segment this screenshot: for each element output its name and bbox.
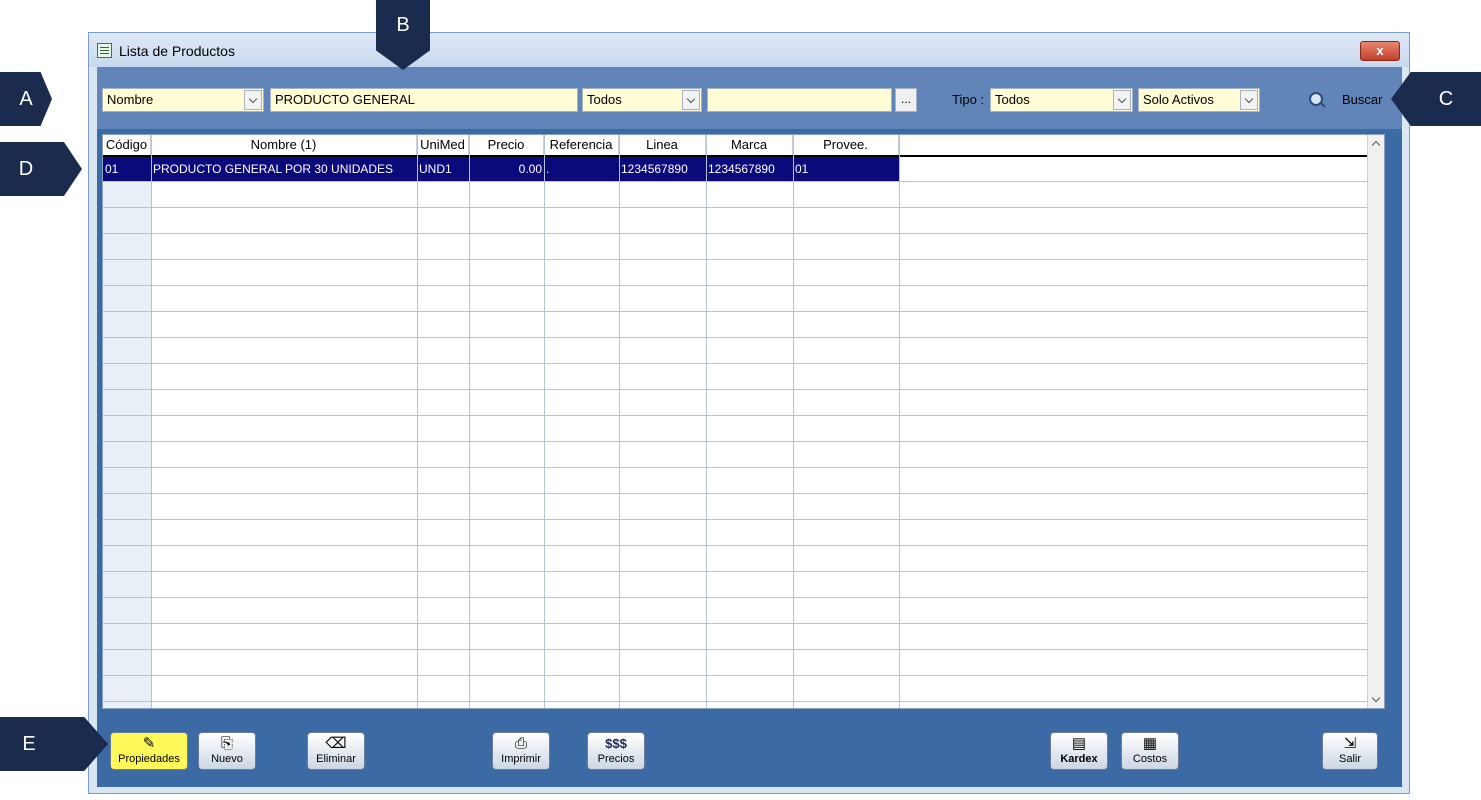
grid-row-line — [103, 181, 1369, 182]
keyboard-icon: ▤ — [1071, 735, 1087, 752]
salir-button[interactable]: ⇲ Salir — [1322, 732, 1378, 770]
grid-row-line — [103, 389, 1369, 390]
cell-nombre: PRODUCTO GENERAL POR 30 UNIDADES — [151, 157, 417, 181]
costos-label: Costos — [1132, 753, 1168, 765]
grid-row-line — [103, 441, 1369, 442]
eliminar-label: Eliminar — [316, 753, 356, 765]
column-header-referencia[interactable]: Referencia — [544, 135, 619, 155]
grid-row-line — [103, 259, 1369, 260]
cell-marca: 1234567890 — [706, 157, 793, 181]
column-header-codigo[interactable]: Código — [103, 135, 151, 155]
grid-row-line — [103, 337, 1369, 338]
precios-button[interactable]: $$$ Precios — [587, 732, 645, 770]
imprimir-button[interactable]: ⎙ Imprimir — [492, 732, 550, 770]
title-bar: Lista de Productos x — [89, 33, 1409, 67]
estado-select[interactable]: Solo Activos — [1138, 88, 1260, 112]
grid-row-line — [103, 649, 1369, 650]
filter-input[interactable] — [707, 88, 892, 112]
callout-a: A — [0, 72, 52, 126]
exit-door-icon: ⇲ — [1343, 735, 1357, 752]
grid-row-line — [103, 311, 1369, 312]
salir-label: Salir — [1338, 753, 1361, 765]
row-header-column — [103, 157, 151, 708]
action-bar: ✎ Propiedades ⎘ Nuevo ⌫ Eliminar ⎙ Impri… — [97, 717, 1402, 787]
vertical-scrollbar[interactable] — [1367, 135, 1384, 708]
costos-button[interactable]: ▦ Costos — [1121, 732, 1179, 770]
filter-select-value: Todos — [587, 92, 622, 107]
grid-row-line — [103, 571, 1369, 572]
product-list-window: Lista de Productos x Nombre PRODUCTO GEN… — [88, 32, 1410, 794]
tipo-select[interactable]: Todos — [990, 88, 1133, 112]
table-header: Código Nombre (1) UniMed Precio Referenc… — [103, 135, 1369, 157]
dollar-icon: $$$ — [605, 736, 627, 751]
chart-icon: ▦ — [1142, 735, 1158, 752]
chevron-down-icon[interactable] — [682, 90, 700, 110]
grid-row-line — [103, 545, 1369, 546]
cell-provee: 01 — [793, 157, 899, 181]
callout-d: D — [0, 142, 82, 196]
chevron-down-icon[interactable] — [1113, 90, 1131, 110]
scroll-down-icon[interactable] — [1368, 692, 1384, 708]
propiedades-button[interactable]: ✎ Propiedades — [110, 732, 188, 770]
new-document-icon: ⎘ — [220, 735, 233, 752]
nuevo-button[interactable]: ⎘ Nuevo — [198, 732, 256, 770]
search-input[interactable]: PRODUCTO GENERAL — [270, 88, 578, 112]
column-header-precio[interactable]: Precio — [469, 135, 544, 155]
grid-row-line — [103, 233, 1369, 234]
field-select[interactable]: Nombre — [102, 88, 264, 112]
kardex-button[interactable]: ▤ Kardex — [1050, 732, 1108, 770]
cell-linea: 1234567890 — [619, 157, 706, 181]
chevron-down-icon[interactable] — [1240, 90, 1258, 110]
search-icon[interactable] — [1309, 92, 1323, 106]
estado-select-value: Solo Activos — [1143, 92, 1214, 107]
cell-codigo: 01 — [103, 157, 151, 181]
grid-row-line — [103, 623, 1369, 624]
column-header-nombre[interactable]: Nombre (1) — [151, 135, 417, 155]
browse-button[interactable]: ... — [895, 88, 917, 112]
cell-precio: 0.00 — [469, 157, 544, 181]
window-content: Nombre PRODUCTO GENERAL Todos ... Tipo :… — [97, 67, 1402, 787]
column-header-provee[interactable]: Provee. — [793, 135, 899, 155]
chevron-down-icon[interactable] — [244, 90, 262, 110]
buscar-button[interactable]: Buscar — [1342, 92, 1382, 107]
window-title: Lista de Productos — [119, 43, 235, 59]
propiedades-label: Propiedades — [118, 753, 180, 765]
grid-row-line — [103, 285, 1369, 286]
column-header-linea[interactable]: Linea — [619, 135, 706, 155]
search-toolbar: Nombre PRODUCTO GENERAL Todos ... Tipo :… — [97, 67, 1402, 129]
grid-row-line — [103, 701, 1369, 702]
grid-row-line — [103, 207, 1369, 208]
imprimir-label: Imprimir — [501, 753, 541, 765]
column-header-unimed[interactable]: UniMed — [417, 135, 469, 155]
grid-row-line — [103, 597, 1369, 598]
printer-icon: ⎙ — [514, 735, 527, 752]
tipo-label: Tipo : — [952, 92, 985, 107]
eraser-icon: ⌫ — [325, 735, 347, 752]
field-select-value: Nombre — [107, 92, 154, 107]
grid-row-line — [103, 467, 1369, 468]
grid-row-line — [103, 363, 1369, 364]
app-document-icon — [97, 43, 112, 58]
filter-select[interactable]: Todos — [582, 88, 702, 112]
grid-row-line — [103, 675, 1369, 676]
tipo-select-value: Todos — [995, 92, 1030, 107]
scroll-up-icon[interactable] — [1368, 135, 1384, 151]
kardex-label: Kardex — [1060, 753, 1098, 765]
close-button[interactable]: x — [1360, 41, 1400, 61]
products-table[interactable]: Código Nombre (1) UniMed Precio Referenc… — [102, 134, 1385, 709]
column-header-marca[interactable]: Marca — [706, 135, 793, 155]
nuevo-label: Nuevo — [211, 753, 243, 765]
edit-document-icon: ✎ — [142, 735, 156, 752]
grid-row-line — [103, 415, 1369, 416]
eliminar-button[interactable]: ⌫ Eliminar — [307, 732, 365, 770]
grid-row-line — [103, 519, 1369, 520]
precios-label: Precios — [597, 753, 635, 765]
cell-unimed: UND1 — [417, 157, 469, 181]
grid-row-line — [103, 493, 1369, 494]
cell-referencia: . — [544, 157, 619, 181]
